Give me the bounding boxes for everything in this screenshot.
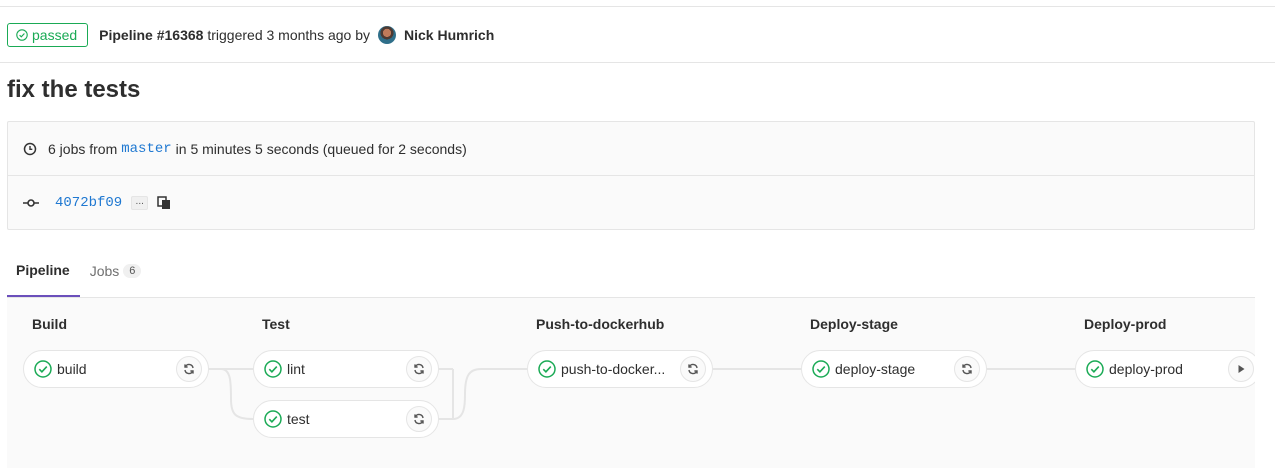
job-test[interactable]: test — [253, 400, 439, 438]
tab-jobs[interactable]: Jobs 6 — [80, 245, 142, 297]
stage-title-build: Build — [32, 316, 67, 332]
copy-icon[interactable] — [157, 196, 171, 210]
job-name: deploy-stage — [835, 361, 916, 377]
branch-link[interactable]: master — [121, 141, 171, 157]
clock-icon — [23, 142, 37, 155]
check-circle-icon — [812, 360, 830, 378]
job-build[interactable]: build — [23, 350, 209, 388]
retry-icon — [688, 363, 698, 375]
job-name: deploy-prod — [1109, 361, 1183, 377]
stage-title-deploy-stage: Deploy-stage — [810, 316, 898, 332]
page-title: fix the tests — [7, 76, 141, 103]
stage-title-test: Test — [262, 316, 290, 332]
check-circle-icon — [1086, 360, 1104, 378]
check-circle-icon — [538, 360, 556, 378]
expand-commit-button[interactable]: ... — [131, 196, 149, 210]
pipeline-tabs: Pipeline Jobs 6 — [7, 245, 1255, 298]
job-push-to-dockerhub[interactable]: push-to-docker... — [527, 350, 713, 388]
retry-button[interactable] — [406, 406, 432, 432]
play-icon — [1238, 365, 1245, 373]
triggered-text: triggered 3 months ago by — [207, 27, 370, 43]
stage-title-deploy-prod: Deploy-prod — [1084, 316, 1167, 332]
tab-pipeline-label: Pipeline — [16, 262, 70, 278]
job-name: test — [287, 411, 310, 427]
commit-sha-link[interactable]: 4072bf09 — [55, 195, 122, 211]
pipeline-summary: Pipeline #16368 triggered 3 months ago b… — [99, 27, 370, 43]
header-divider — [0, 62, 1275, 63]
pipeline-graph: Build build Test lint test Push-to-docke… — [7, 298, 1255, 468]
retry-button[interactable] — [176, 356, 202, 382]
retry-icon — [414, 413, 424, 425]
check-circle-icon — [16, 29, 28, 41]
play-button[interactable] — [1228, 356, 1254, 382]
pipeline-id: Pipeline #16368 — [99, 27, 204, 43]
pipeline-info-box: 6 jobs from master in 5 minutes 5 second… — [7, 121, 1255, 230]
duration-text: in 5 minutes 5 seconds (queued for 2 sec… — [175, 140, 467, 157]
retry-icon — [414, 363, 424, 375]
avatar[interactable] — [378, 26, 396, 44]
author-link[interactable]: Nick Humrich — [404, 27, 494, 43]
top-divider — [0, 6, 1275, 7]
commit-row: 4072bf09 ... — [8, 176, 1254, 230]
check-circle-icon — [264, 410, 282, 428]
pipeline-header: passed Pipeline #16368 triggered 3 month… — [7, 22, 494, 48]
retry-icon — [962, 363, 972, 375]
commit-icon — [23, 199, 39, 207]
status-badge[interactable]: passed — [7, 23, 89, 47]
job-name: build — [57, 361, 87, 377]
retry-button[interactable] — [406, 356, 432, 382]
retry-button[interactable] — [954, 356, 980, 382]
jobs-prefix: 6 jobs from — [48, 140, 118, 157]
job-deploy-prod[interactable]: deploy-prod — [1075, 350, 1255, 388]
retry-button[interactable] — [680, 356, 706, 382]
retry-icon — [184, 363, 194, 375]
job-name: lint — [287, 361, 305, 377]
tab-pipeline[interactable]: Pipeline — [7, 245, 80, 297]
jobs-count-badge: 6 — [123, 264, 142, 278]
job-name: push-to-docker... — [561, 361, 666, 377]
check-circle-icon — [34, 360, 52, 378]
job-lint[interactable]: lint — [253, 350, 439, 388]
stage-title-push-to-dockerhub: Push-to-dockerhub — [536, 316, 665, 332]
check-circle-icon — [264, 360, 282, 378]
job-deploy-stage[interactable]: deploy-stage — [801, 350, 987, 388]
status-label: passed — [32, 27, 78, 43]
tab-jobs-label: Jobs — [89, 263, 120, 279]
jobs-summary-row: 6 jobs from master in 5 minutes 5 second… — [8, 122, 1254, 176]
